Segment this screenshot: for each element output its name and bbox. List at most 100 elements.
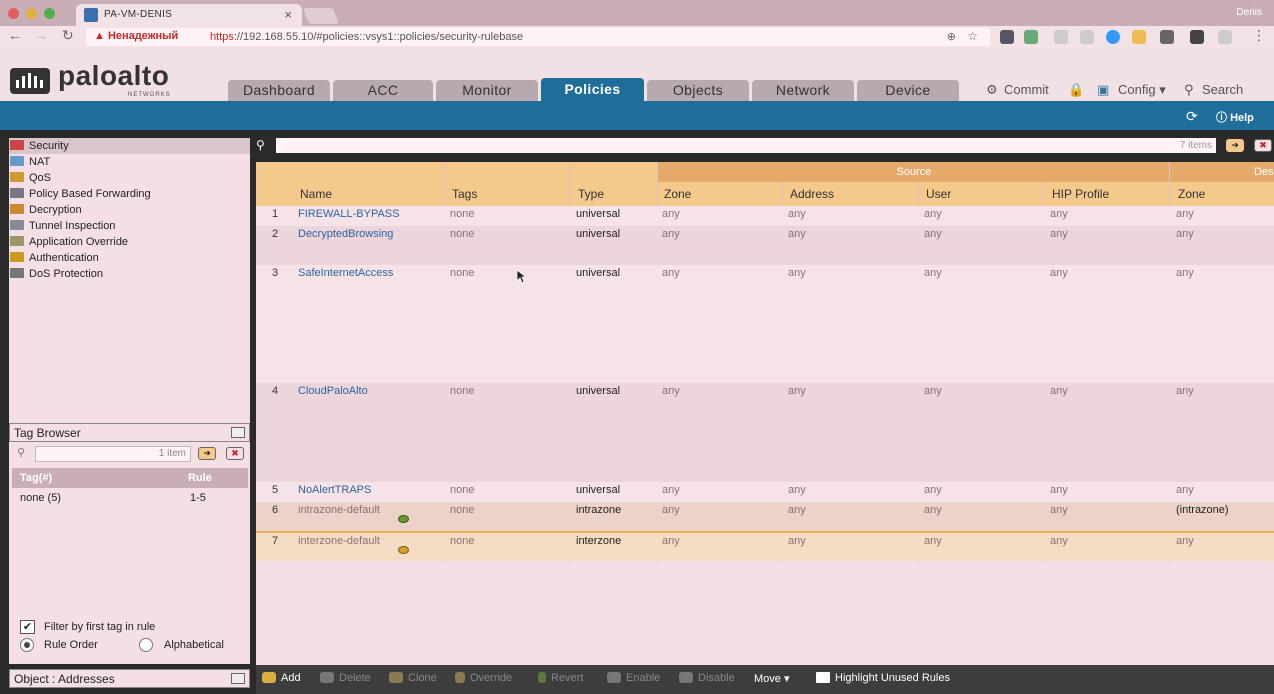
tab-network[interactable]: Network <box>752 80 854 101</box>
rule-name[interactable]: SafeInternetAccess <box>298 267 393 279</box>
col-destination-zone[interactable]: Zone <box>1178 187 1205 201</box>
sidebar-item-label: Security <box>29 140 69 152</box>
revert-button[interactable]: Revert <box>538 672 583 684</box>
highlight-unused-toggle[interactable]: Highlight Unused Rules <box>816 672 950 684</box>
maximize-window-icon[interactable] <box>44 8 55 19</box>
lock-icon[interactable]: 🔒 <box>1068 82 1084 98</box>
col-source-user[interactable]: User <box>926 187 951 201</box>
sidebar-item-security[interactable]: Security <box>10 140 69 152</box>
security-icon <box>10 140 24 150</box>
table-row[interactable] <box>256 226 1274 265</box>
col-name[interactable]: Name <box>300 187 332 201</box>
rule-type: universal <box>576 228 621 240</box>
sidebar-item-nat[interactable]: NAT <box>10 156 50 168</box>
help-button[interactable]: ⓘ Help <box>1216 109 1254 125</box>
alphabetical-radio[interactable] <box>139 638 153 652</box>
tab-dashboard[interactable]: Dashboard <box>228 80 330 101</box>
minimize-icon[interactable] <box>231 427 245 438</box>
extension-icon[interactable] <box>1106 30 1120 44</box>
forward-icon[interactable]: → <box>34 27 48 43</box>
table-row[interactable] <box>256 265 1274 383</box>
sidebar-item-qos[interactable]: QoS <box>10 172 51 184</box>
close-window-icon[interactable] <box>8 8 19 19</box>
col-source-zone[interactable]: Zone <box>664 187 691 201</box>
col-hip-profile[interactable]: HIP Profile <box>1052 187 1109 201</box>
sidebar-item-authentication[interactable]: Authentication <box>10 252 99 264</box>
col-type[interactable]: Type <box>578 187 604 201</box>
search-link[interactable]: Search <box>1202 82 1243 97</box>
table-row[interactable] <box>256 531 1274 561</box>
delete-button[interactable]: Delete <box>320 672 371 684</box>
commit-link[interactable]: Commit <box>1004 82 1049 97</box>
back-icon[interactable]: ← <box>8 27 22 43</box>
tab-device[interactable]: Device <box>857 80 959 101</box>
profile-name[interactable]: Denis <box>1236 7 1262 18</box>
bookmark-star-icon[interactable]: ☆ <box>967 29 978 43</box>
rule-name[interactable]: FIREWALL-BYPASS <box>298 208 399 220</box>
rule-name[interactable]: interzone-default <box>298 535 380 547</box>
apply-filter-icon[interactable]: ➜ <box>1226 139 1244 152</box>
filter-first-tag-checkbox[interactable]: ✔ <box>20 620 35 634</box>
expand-icon[interactable] <box>231 673 245 684</box>
tag-search-input[interactable]: 1 item <box>35 446 191 462</box>
disable-button[interactable]: Disable <box>679 672 735 684</box>
table-row[interactable] <box>256 482 1274 502</box>
search-icon[interactable]: ⚲ <box>1184 82 1194 98</box>
override-button[interactable]: Override <box>455 672 512 684</box>
clear-filter-icon[interactable]: ✖ <box>226 447 244 460</box>
enable-button[interactable]: Enable <box>607 672 660 684</box>
extension-icon[interactable] <box>1000 30 1014 44</box>
extension-icon[interactable] <box>1080 30 1094 44</box>
extension-icon[interactable] <box>1190 30 1204 44</box>
col-tag[interactable]: Tag(#) <box>20 472 52 484</box>
sidebar-item-decryption[interactable]: Decryption <box>10 204 82 216</box>
add-button[interactable]: Add <box>262 672 301 684</box>
sidebar-item-dos[interactable]: DoS Protection <box>10 268 103 280</box>
new-tab-button[interactable] <box>303 8 339 24</box>
table-row[interactable] <box>256 502 1274 531</box>
tab-objects[interactable]: Objects <box>647 80 749 101</box>
tab-acc[interactable]: ACC <box>333 80 433 101</box>
extension-icon[interactable] <box>1218 30 1232 44</box>
extension-icon[interactable] <box>1054 30 1068 44</box>
table-row[interactable] <box>256 383 1274 482</box>
browser-menu-icon[interactable]: ⋮ <box>1252 27 1266 44</box>
col-source-address[interactable]: Address <box>790 187 834 201</box>
extension-icon[interactable] <box>1132 30 1146 44</box>
tab-policies[interactable]: Policies <box>541 78 644 101</box>
refresh-icon[interactable]: ⟳ <box>1186 108 1198 125</box>
commit-icon[interactable]: ⚙ <box>986 82 998 98</box>
tab-monitor[interactable]: Monitor <box>436 80 538 101</box>
sidebar-item-tunnel[interactable]: Tunnel Inspection <box>10 220 115 232</box>
rule-name[interactable]: intrazone-default <box>298 504 380 516</box>
table-row[interactable] <box>256 206 1274 226</box>
rule-name[interactable]: NoAlertTRAPS <box>298 484 371 496</box>
rule-name[interactable]: CloudPaloAlto <box>298 385 368 397</box>
reload-icon[interactable]: ↻ <box>62 27 74 44</box>
zoom-icon[interactable]: ⊕ <box>947 30 956 43</box>
rule-name[interactable]: DecryptedBrowsing <box>298 228 393 240</box>
object-browser-bar[interactable]: Object : Addresses <box>9 669 250 688</box>
clear-filter-icon[interactable]: ✖ <box>1254 139 1272 152</box>
clone-button[interactable]: Clone <box>389 672 437 684</box>
minimize-window-icon[interactable] <box>26 8 37 19</box>
tab-close-icon[interactable]: × <box>284 7 292 22</box>
rule-source-zone: any <box>662 267 680 279</box>
sidebar-item-app-override[interactable]: Application Override <box>10 236 128 248</box>
col-rule[interactable]: Rule <box>188 472 212 484</box>
address-bar[interactable]: ▲ Ненадежный https://192.168.55.10/#poli… <box>86 28 990 46</box>
config-menu[interactable]: Config ▾ <box>1118 82 1166 98</box>
col-tags[interactable]: Tags <box>452 187 477 201</box>
not-secure-warning[interactable]: ▲ Ненадежный <box>94 30 178 42</box>
rule-order-radio[interactable] <box>20 638 34 652</box>
apply-filter-icon[interactable]: ➜ <box>198 447 216 460</box>
extension-icon[interactable] <box>1024 30 1038 44</box>
config-icon[interactable]: ▣ <box>1097 82 1109 98</box>
sidebar-item-pbf[interactable]: Policy Based Forwarding <box>10 188 151 200</box>
browser-tab[interactable]: PA-VM-DENIS × <box>76 4 302 26</box>
move-menu[interactable]: Move ▾ <box>754 672 789 685</box>
extension-icon[interactable] <box>1160 30 1174 44</box>
rule-search-input[interactable]: 7 items <box>276 138 1216 153</box>
tag-row-tag[interactable]: none (5) <box>20 492 61 504</box>
rule-type: universal <box>576 484 621 496</box>
